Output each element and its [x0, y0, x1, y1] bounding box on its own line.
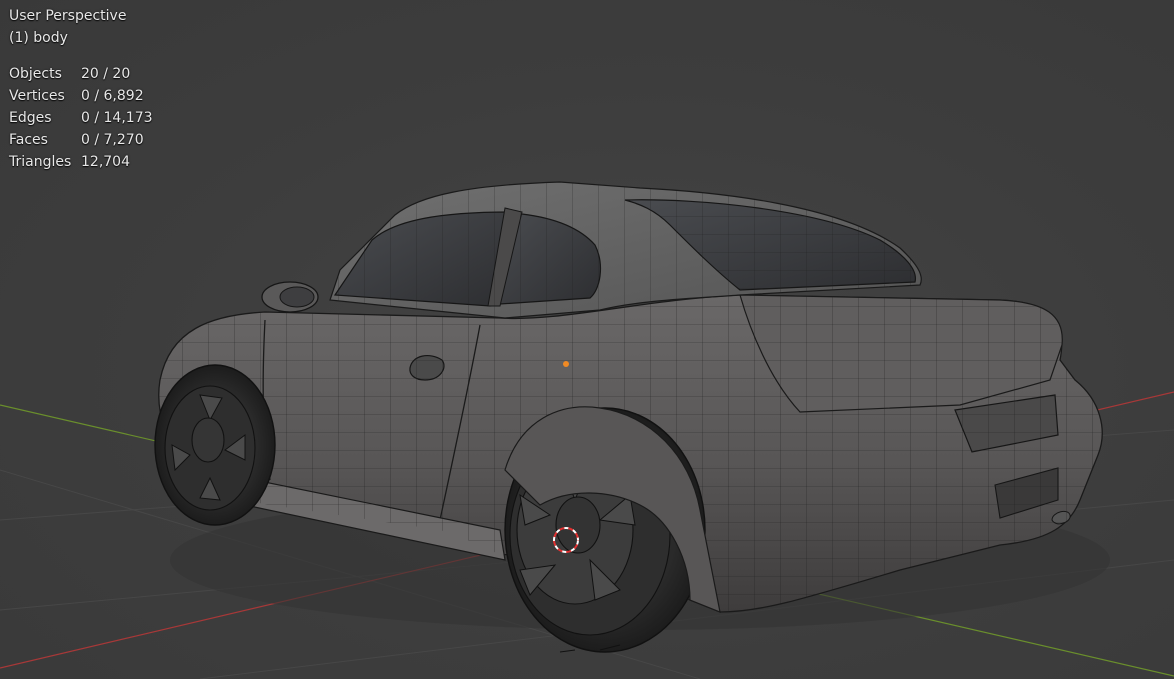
front-wheel [154, 364, 276, 526]
side-mirror-glass [279, 286, 315, 308]
scene-render[interactable] [0, 0, 1174, 679]
object-origin [563, 361, 569, 367]
3d-viewport[interactable]: User Perspective (1) body Objects 20 / 2… [0, 0, 1174, 679]
